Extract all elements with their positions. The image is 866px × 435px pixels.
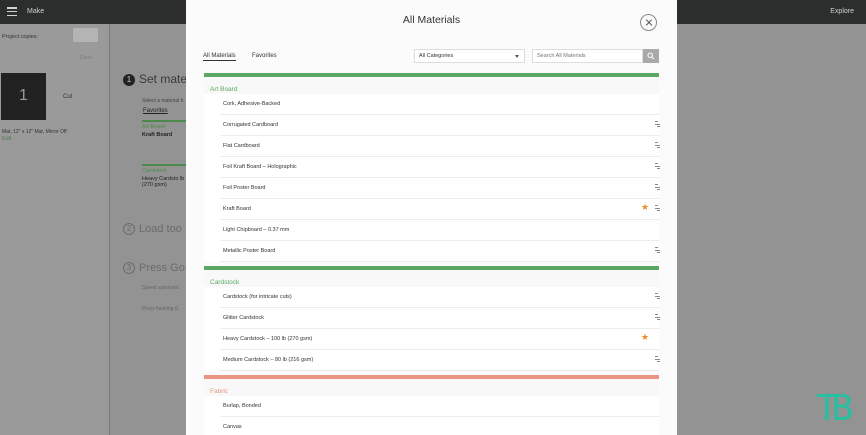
material-name: Medium Cardstock – 80 lb (216 gsm) [223,357,314,363]
section-title: Cardstock [210,279,240,286]
all-materials-modal: All Materials All Materials Favorites Al… [186,0,677,435]
material-name: Light Chipboard – 0.37 mm [223,227,290,233]
material-name: Metallic Poster Board [223,248,276,254]
section-title: Art Board [210,86,238,93]
materials-list: Art Board Cork, Adhesive-Backed Corrugated… [204,73,661,435]
make-label: Make [27,8,45,15]
material-row[interactable]: Glitter Cardstock [220,308,661,329]
tab-favorites[interactable]: Favorites [252,53,277,59]
material-row[interactable]: Burlap, Bonded [220,396,659,417]
search-input[interactable] [532,49,643,63]
cut-setting-icon [655,184,661,192]
step-1-text: Set mater [139,72,192,86]
bg-card-category: Cardstock [142,168,167,174]
cut-setting-icon [655,121,661,129]
step-3-text: Press Go [139,262,185,274]
section-title: Fabric [210,388,229,395]
favorite-star-icon[interactable]: ★ [641,203,649,212]
close-icon[interactable] [640,14,657,31]
step-1-number: 1 [123,73,135,86]
step-3-number: 3 [123,262,135,275]
material-name: Foil Poster Board [223,185,266,191]
step-1-hint: Select a material b [142,98,184,104]
section-header: Fabric [204,375,659,396]
left-panel: Project copies: Done 1 Cut Mat, 12" x 12… [0,24,110,435]
bg-card-name: Kraft Board [142,132,173,138]
cut-label: Cut [63,94,73,100]
step-1: 1 Set mater [123,72,191,86]
bg-card-category: Art Board [142,124,166,130]
bg-card-cardstock[interactable]: Cardstock Heavy Cardsto lb (270 gsm) [142,164,186,188]
bg-favorites-tab[interactable]: Favorites [143,108,168,114]
search-button[interactable] [643,49,659,63]
cut-setting-icon [655,293,661,301]
section-header: Cardstock [204,266,659,287]
watermark-logo: TB [816,388,853,429]
mat-number: 1 [19,87,28,104]
mat-info: Mat, 12" x 12" Mat, Mirror Off [2,129,67,135]
material-name: Kraft Board [223,206,251,212]
project-copies-label: Project copies: [2,34,39,40]
tab-all-materials[interactable]: All Materials [203,53,236,61]
section-header: Art Board [204,73,659,94]
category-select[interactable]: All Categories [414,49,525,63]
bg-card-art-board[interactable]: Art Board Kraft Board [142,120,186,138]
modal-title: All Materials [402,14,461,26]
cut-setting-icon [655,163,661,171]
material-row[interactable]: Foil Kraft Board – Holographic [220,157,661,178]
copies-stepper[interactable] [73,28,98,42]
material-name: Glitter Cardstock [223,315,264,321]
material-row[interactable]: Cardstock (for intricate cuts) [220,287,661,308]
edit-link[interactable]: Edit [2,136,11,142]
material-row[interactable]: Cork, Adhesive-Backed [220,94,659,115]
step-3-hint-1: Speed automatic [142,285,180,291]
favorite-star-icon[interactable]: ★ [641,333,649,342]
cut-setting-icon [655,142,661,150]
material-name: Cork, Adhesive-Backed [223,101,281,107]
category-select-value: All Categories [419,53,454,59]
material-row[interactable]: Heavy Cardstock – 100 lb (270 gsm) ★ [220,329,659,350]
hamburger-icon[interactable] [7,7,17,17]
step-2: 2 Load too [123,223,182,236]
material-section: Cardstock Cardstock (for intricate cuts) G… [204,266,661,371]
material-row[interactable]: Metallic Poster Board [220,241,661,262]
chevron-down-icon [515,55,519,58]
explore-button[interactable]: Explore [830,8,854,15]
material-name: Canvas [223,424,242,430]
mat-thumbnail[interactable]: 1 [1,73,46,120]
material-row[interactable]: Flat Cardboard [220,136,661,157]
material-row[interactable]: Foil Poster Board [220,178,661,199]
step-3: 3 Press Go [123,262,185,275]
material-row[interactable]: Light Chipboard – 0.37 mm [220,220,659,241]
done-button[interactable]: Done [80,55,92,61]
material-row[interactable]: Medium Cardstock – 80 lb (216 gsm) [220,350,661,371]
material-section: Fabric Burlap, Bonded Canvas [204,375,659,435]
material-name: Corrugated Cardboard [223,122,279,128]
cut-setting-icon [655,247,661,255]
step-2-text: Load too [139,223,182,235]
step-3-hint-2: Press flashing G [142,306,179,312]
material-name: Burlap, Bonded [223,403,261,409]
step-2-number: 2 [123,223,135,236]
material-row[interactable]: Canvas [220,417,659,435]
cut-setting-icon [655,314,661,322]
bg-card-name: Heavy Cardsto lb (270 gsm) [142,176,185,188]
material-name: Cardstock (for intricate cuts) [223,294,292,300]
material-name: Foil Kraft Board – Holographic [223,164,297,170]
material-name: Heavy Cardstock – 100 lb (270 gsm) [223,336,313,342]
material-row[interactable]: Kraft Board ★ [220,199,661,220]
search-icon [647,52,655,60]
cut-setting-icon [655,356,661,364]
material-row[interactable]: Corrugated Cardboard [220,115,661,136]
material-section: Art Board Cork, Adhesive-Backed Corrugated… [204,73,661,262]
material-name: Flat Cardboard [223,143,260,149]
cut-setting-icon [655,205,661,213]
